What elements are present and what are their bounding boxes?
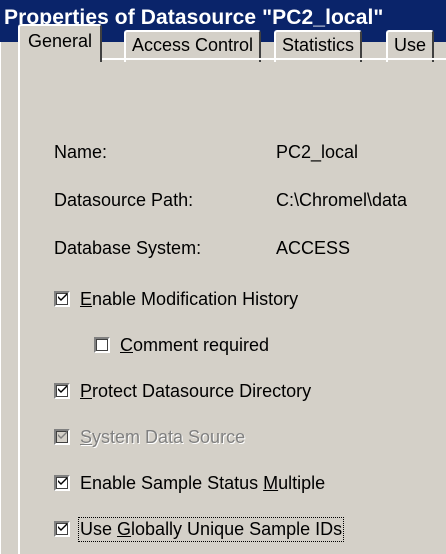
system-data-source-checkbox — [54, 429, 70, 445]
checkmark-icon — [58, 477, 67, 485]
enable-sample-status-multiple-checkbox[interactable] — [54, 475, 70, 491]
name-value: PC2_local — [276, 142, 359, 162]
tab-strip: General Access Control Statistics Use — [18, 20, 446, 62]
tab-general[interactable]: General — [18, 24, 103, 62]
enable-sample-status-multiple-label: Enable Sample Status Multiple — [80, 472, 326, 493]
datasource-path-label: Datasource Path: — [54, 190, 194, 210]
system-data-source-option: System Data Source — [54, 426, 245, 448]
use-globally-unique-sample-ids-checkbox[interactable] — [54, 521, 70, 537]
comment-required-option[interactable]: Comment required — [94, 334, 269, 356]
tab-use-label: Use — [394, 35, 427, 55]
checkmark-icon — [58, 523, 67, 531]
system-data-source-label: System Data Source — [80, 426, 246, 447]
use-globally-unique-sample-ids-option[interactable]: Use Globally Unique Sample IDs — [54, 516, 345, 542]
enable-modification-history-option[interactable]: Enable Modification History — [54, 288, 298, 310]
comment-required-checkbox[interactable] — [94, 337, 110, 353]
comment-required-label: Comment required — [120, 334, 270, 355]
checkmark-icon — [58, 293, 67, 301]
tab-access-control-label: Access Control — [132, 35, 254, 55]
protect-datasource-directory-option[interactable]: Protect Datasource Directory — [54, 380, 311, 402]
datasource-path-value: C:\Chromel\data — [276, 190, 408, 210]
database-system-value: ACCESS — [276, 238, 351, 258]
checkmark-icon — [58, 431, 67, 439]
tab-statistics-label: Statistics — [282, 35, 355, 55]
checkmark-icon — [58, 385, 67, 393]
tab-general-label: General — [28, 31, 93, 51]
name-label: Name: — [54, 142, 108, 162]
database-system-label: Database System: — [54, 238, 202, 258]
protect-datasource-directory-checkbox[interactable] — [54, 383, 70, 399]
enable-modification-history-checkbox[interactable] — [54, 291, 70, 307]
enable-sample-status-multiple-option[interactable]: Enable Sample Status Multiple — [54, 472, 325, 494]
protect-datasource-directory-label: Protect Datasource Directory — [80, 380, 312, 401]
enable-modification-history-label: Enable Modification History — [80, 288, 299, 309]
use-globally-unique-sample-ids-label: Use Globally Unique Sample IDs — [77, 516, 345, 542]
